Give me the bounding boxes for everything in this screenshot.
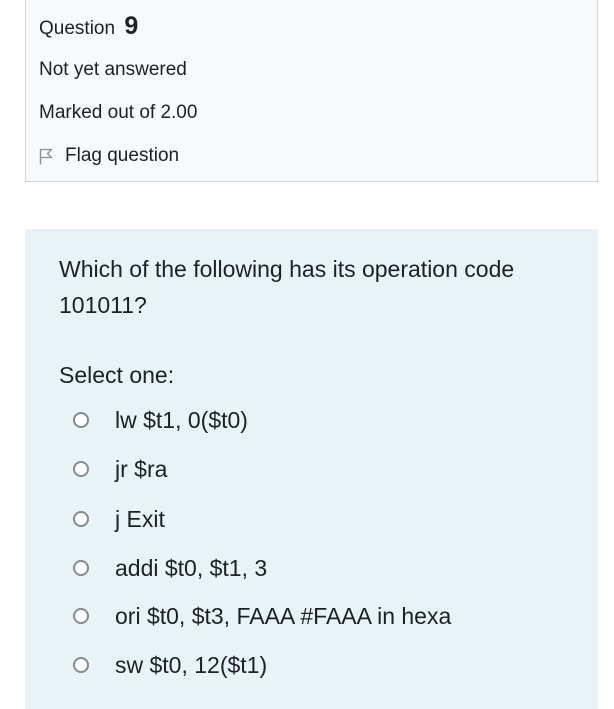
radio-icon[interactable]: [73, 412, 89, 428]
radio-icon[interactable]: [73, 657, 89, 673]
answer-option-label: ori $t0, $t3, FAAA #FAAA in hexa: [115, 603, 452, 629]
question-formulation: Which of the following has its operation…: [25, 229, 598, 709]
question-text: Which of the following has its operation…: [59, 256, 515, 318]
answer-option[interactable]: addi $t0, $t1, 3: [73, 553, 267, 583]
answer-option-label: sw $t0, 12($t1): [115, 652, 268, 678]
radio-icon[interactable]: [73, 608, 89, 624]
answer-option-label: jr $ra: [115, 456, 168, 482]
question-info-panel: Question 9 Not yet answered Marked out o…: [25, 0, 598, 182]
question-number: 9: [124, 12, 139, 40]
radio-icon[interactable]: [73, 511, 89, 527]
radio-icon[interactable]: [73, 461, 89, 477]
answer-option[interactable]: j Exit: [73, 504, 165, 534]
answer-option[interactable]: ori $t0, $t3, FAAA #FAAA in hexa: [73, 601, 451, 631]
radio-icon[interactable]: [73, 560, 89, 576]
question-heading: Question 9: [39, 13, 138, 42]
answer-option-label: j Exit: [115, 506, 165, 532]
answer-option-label: lw $t1, 0($t0): [115, 407, 248, 433]
question-title: Question: [39, 18, 116, 39]
question-grade: Marked out of 2.00: [39, 102, 198, 123]
answer-prompt: Select one:: [59, 362, 175, 388]
answer-option[interactable]: jr $ra: [73, 454, 167, 484]
flag-question-label: Flag question: [65, 145, 180, 166]
answer-option-label: addi $t0, $t1, 3: [115, 555, 268, 581]
answer-option[interactable]: lw $t1, 0($t0): [73, 405, 248, 435]
flag-question-link[interactable]: Flag question: [39, 144, 179, 168]
answer-option[interactable]: sw $t0, 12($t1): [73, 650, 267, 680]
flag-icon: [39, 148, 53, 164]
question-state: Not yet answered: [39, 59, 187, 80]
